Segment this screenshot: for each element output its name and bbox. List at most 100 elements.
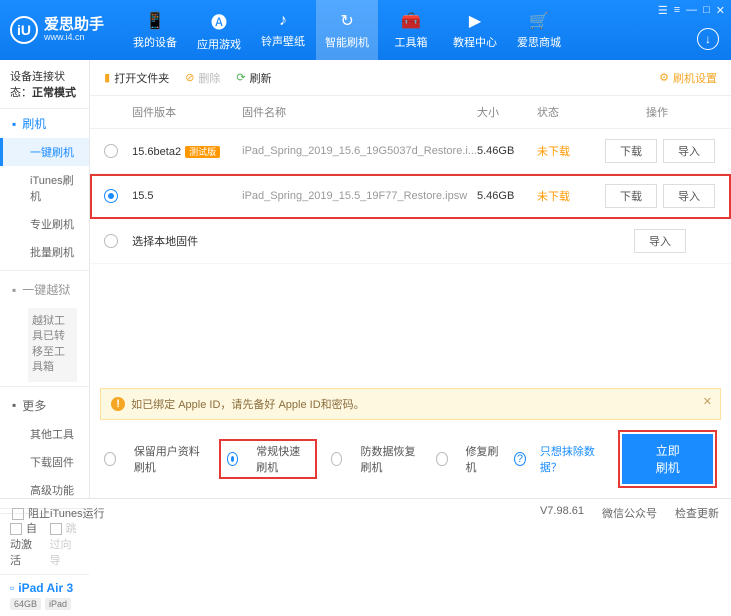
help-icon[interactable]: ?: [514, 452, 526, 466]
refresh-button[interactable]: ⟳刷新: [236, 70, 271, 86]
window-button[interactable]: —: [686, 4, 697, 17]
device-card[interactable]: ▫iPad Air 3 64GBiPad: [0, 574, 89, 616]
nav-icon: 🛒: [529, 11, 549, 31]
window-controls: ☰ ≡ — □ ✕: [658, 4, 725, 17]
radio-button[interactable]: [104, 189, 118, 203]
flash-now-button[interactable]: 立即刷机: [622, 434, 713, 484]
window-button[interactable]: □: [703, 4, 710, 17]
import-button[interactable]: 导入: [634, 229, 686, 253]
firmware-status: 未下载: [537, 188, 597, 204]
radio-button[interactable]: [104, 144, 118, 158]
firmware-row[interactable]: 选择本地固件 导入: [90, 219, 731, 264]
firmware-file: iPad_Spring_2019_15.6_19G5037d_Restore.i…: [242, 145, 477, 157]
sidebar-item[interactable]: 其他工具: [0, 420, 89, 448]
sidebar-item[interactable]: 批量刷机: [0, 238, 89, 266]
nav-icon: ▶: [469, 11, 481, 31]
radio-button[interactable]: [104, 452, 116, 466]
flash-now-wrap: 立即刷机: [618, 430, 717, 488]
col-status: 状态: [537, 104, 597, 120]
table-header: 固件版本 固件名称 大小 状态 操作: [90, 96, 731, 129]
radio-button[interactable]: [331, 452, 343, 466]
firmware-row[interactable]: 15.5iPad_Spring_2019_15.5_19F77_Restore.…: [90, 174, 731, 219]
main-nav: 📱我的设备🅐应用游戏♪铃声壁纸↻智能刷机🧰工具箱▶教程中心🛒爱思商城: [124, 0, 570, 60]
toolbar: ▮打开文件夹 ⊘删除 ⟳刷新 ⚙刷机设置: [90, 60, 731, 96]
wechat-link[interactable]: 微信公众号: [602, 505, 657, 521]
download-circle-button[interactable]: ↓: [697, 28, 719, 50]
firmware-size: 5.46GB: [477, 190, 537, 202]
sidebar-notice: 越狱工具已转移至工具箱: [28, 308, 77, 382]
nav-icon: ♪: [279, 12, 287, 30]
sidebar-header[interactable]: ▪更多: [0, 391, 89, 420]
block-itunes-checkbox[interactable]: 阻止iTunes运行: [12, 505, 105, 521]
skip-guide-checkbox[interactable]: 跳过向导: [50, 520, 80, 568]
import-button[interactable]: 导入: [663, 139, 715, 163]
refresh-icon: ⟳: [236, 71, 245, 84]
gear-icon: ⚙: [659, 71, 669, 84]
sidebar-item[interactable]: 下载固件: [0, 448, 89, 476]
nav-应用游戏[interactable]: 🅐应用游戏: [188, 0, 250, 60]
firmware-ops: 导入: [597, 229, 717, 253]
flash-mode-option[interactable]: 修复刷机: [436, 443, 500, 475]
import-button[interactable]: 导入: [663, 184, 715, 208]
nav-教程中心[interactable]: ▶教程中心: [444, 0, 506, 60]
radio-button[interactable]: [104, 234, 118, 248]
delete-button[interactable]: ⊘删除: [185, 70, 220, 86]
firmware-size: 5.46GB: [477, 145, 537, 157]
main-panel: ▮打开文件夹 ⊘删除 ⟳刷新 ⚙刷机设置 固件版本 固件名称 大小 状态 操作 …: [90, 60, 731, 498]
firmware-status: 未下载: [537, 143, 597, 159]
sidebar: 设备连接状态：正常模式 ▪刷机一键刷机iTunes刷机专业刷机批量刷机 ▪一键越狱…: [0, 60, 90, 498]
firmware-version: 选择本地固件: [132, 233, 242, 249]
firmware-version: 15.6beta2测试版: [132, 145, 242, 158]
nav-icon: ↻: [340, 11, 353, 31]
sidebar-item[interactable]: 专业刷机: [0, 210, 89, 238]
col-ops: 操作: [597, 104, 717, 120]
nav-铃声壁纸[interactable]: ♪铃声壁纸: [252, 0, 314, 60]
sidebar-header[interactable]: ▪刷机: [0, 109, 89, 138]
flash-settings-button[interactable]: ⚙刷机设置: [659, 70, 717, 86]
alert-text: 如已绑定 Apple ID，请先备好 Apple ID和密码。: [131, 396, 365, 412]
firmware-file: iPad_Spring_2019_15.5_19F77_Restore.ipsw: [242, 190, 477, 202]
download-button[interactable]: 下载: [605, 139, 657, 163]
flash-mode-option[interactable]: 防数据恢复刷机: [331, 443, 422, 475]
radio-button[interactable]: [436, 452, 447, 466]
nav-爱思商城[interactable]: 🛒爱思商城: [508, 0, 570, 60]
logo-icon: iU: [10, 16, 38, 44]
sidebar-item[interactable]: 一键刷机: [0, 138, 89, 166]
col-version: 固件版本: [132, 104, 242, 120]
auto-activate-checkbox[interactable]: 自动激活: [10, 520, 40, 568]
nav-智能刷机[interactable]: ↻智能刷机: [316, 0, 378, 60]
download-button[interactable]: 下载: [605, 184, 657, 208]
window-button[interactable]: ≡: [674, 4, 680, 17]
nav-icon: 📱: [145, 11, 165, 31]
flash-mode-option[interactable]: 常规快速刷机: [219, 439, 317, 479]
device-name: iPad Air 3: [18, 581, 73, 595]
col-size: 大小: [477, 104, 537, 120]
window-button[interactable]: ✕: [716, 4, 725, 17]
flash-mode-option[interactable]: 保留用户资料刷机: [104, 443, 205, 475]
sidebar-item[interactable]: iTunes刷机: [0, 166, 89, 210]
window-button[interactable]: ☰: [658, 4, 668, 17]
col-name: 固件名称: [242, 104, 477, 120]
nav-工具箱[interactable]: 🧰工具箱: [380, 0, 442, 60]
close-icon[interactable]: ✕: [703, 395, 712, 408]
firmware-row[interactable]: 15.6beta2测试版iPad_Spring_2019_15.6_19G503…: [90, 129, 731, 174]
sidebar-options: 自动激活 跳过向导: [0, 513, 89, 574]
erase-only-link[interactable]: 只想抹除数据？: [540, 443, 605, 475]
app-logo: iU 爱思助手 www.i4.cn: [10, 16, 104, 44]
radio-button[interactable]: [227, 452, 239, 466]
app-url: www.i4.cn: [44, 33, 104, 43]
folder-icon: ▮: [104, 71, 110, 84]
status-bar: 阻止iTunes运行 V7.98.61 微信公众号 检查更新: [0, 498, 731, 526]
nav-我的设备[interactable]: 📱我的设备: [124, 0, 186, 60]
square-icon: ▪: [12, 398, 16, 412]
connection-status: 设备连接状态：正常模式: [0, 60, 89, 109]
sidebar-item[interactable]: 高级功能: [0, 476, 89, 504]
firmware-version: 15.5: [132, 190, 242, 202]
firmware-ops: 下载导入: [597, 184, 717, 208]
open-folder-button[interactable]: ▮打开文件夹: [104, 70, 169, 86]
sidebar-header[interactable]: ▪一键越狱: [0, 275, 89, 304]
square-icon: ▪: [12, 117, 16, 131]
nav-icon: 🧰: [401, 11, 421, 31]
check-update-link[interactable]: 检查更新: [675, 505, 719, 521]
title-bar: iU 爱思助手 www.i4.cn 📱我的设备🅐应用游戏♪铃声壁纸↻智能刷机🧰工…: [0, 0, 731, 60]
